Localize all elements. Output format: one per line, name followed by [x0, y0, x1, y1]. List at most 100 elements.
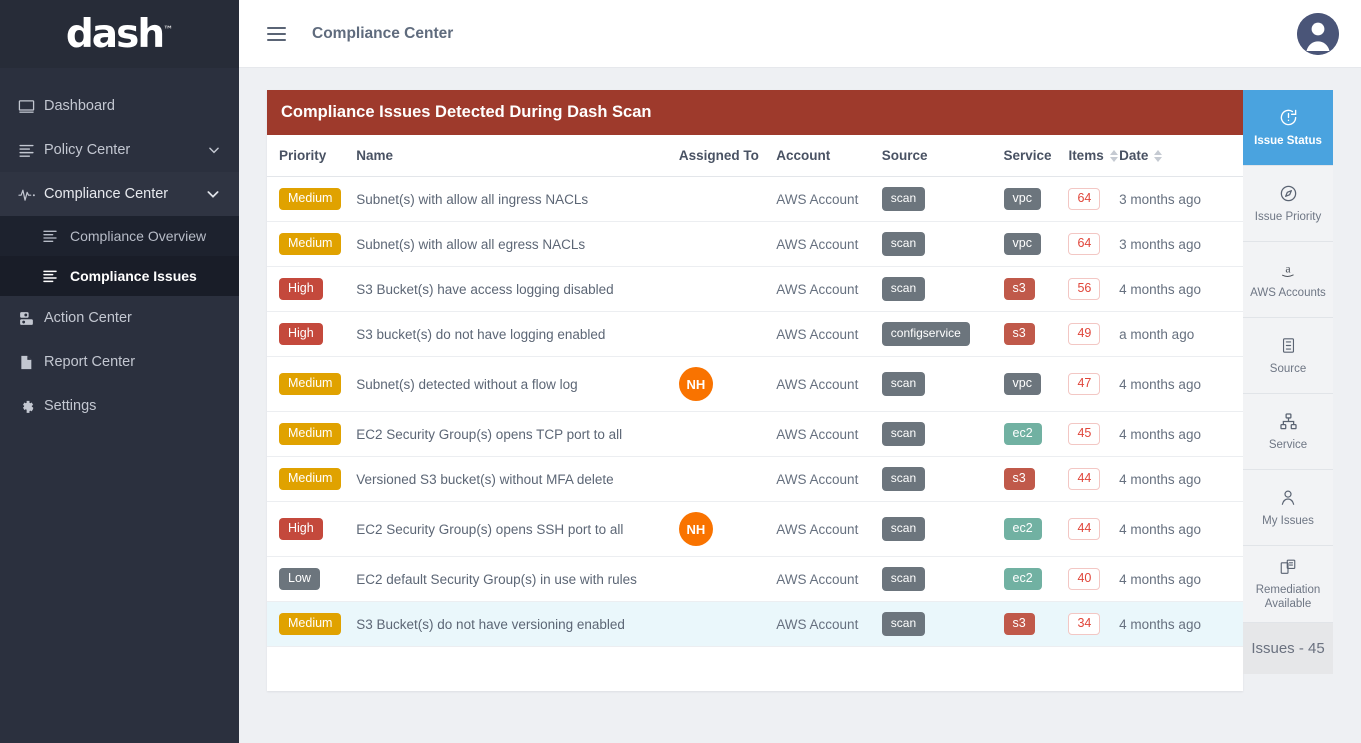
- priority-badge: Medium: [279, 373, 341, 396]
- priority-badge: Medium: [279, 468, 341, 491]
- cell-service: vpc: [1004, 222, 1069, 267]
- footer-cell: [267, 647, 1243, 691]
- chevron-down-icon[interactable]: [205, 186, 221, 202]
- rail-item-issue-priority[interactable]: Issue Priority: [1243, 166, 1333, 242]
- column-header-date-label: Date: [1119, 148, 1148, 163]
- table-row[interactable]: HighEC2 Security Group(s) opens SSH port…: [267, 502, 1243, 557]
- table-row[interactable]: Medium Subnet(s) detected without a flow …: [267, 357, 1243, 412]
- items-badge: 44: [1068, 468, 1100, 491]
- table-row[interactable]: High S3 Bucket(s) have access logging dis…: [267, 267, 1243, 312]
- cell-items: 47: [1068, 357, 1119, 412]
- cell-name[interactable]: EC2 default Security Group(s) in use wit…: [356, 557, 679, 602]
- cell-priority: Medium: [267, 457, 356, 502]
- cell-account: AWS Account: [776, 602, 882, 647]
- service-badge: vpc: [1004, 373, 1041, 396]
- compliance-center-submenu: Compliance Overview Compliance Issues: [0, 216, 239, 296]
- cell-assigned-to: [679, 412, 776, 457]
- cell-items: 45: [1068, 412, 1119, 457]
- column-header-source[interactable]: Source: [882, 135, 1004, 177]
- cell-account: AWS Account: [776, 502, 882, 557]
- column-header-assigned-to[interactable]: Assigned To: [679, 135, 776, 177]
- sort-icon[interactable]: [1110, 150, 1118, 162]
- cell-source: scan: [882, 267, 1004, 312]
- cell-assigned-to: [679, 177, 776, 222]
- items-badge: 49: [1068, 323, 1100, 346]
- table-row[interactable]: Low EC2 default Security Group(s) in use …: [267, 557, 1243, 602]
- sidebar-item-action-center[interactable]: Action Center: [0, 296, 239, 340]
- cell-name[interactable]: S3 Bucket(s) have access logging disable…: [356, 267, 679, 312]
- cell-name[interactable]: S3 bucket(s) do not have logging enabled: [356, 312, 679, 357]
- rail-item-service[interactable]: Service: [1243, 394, 1333, 470]
- cell-date: 4 months ago: [1119, 267, 1243, 312]
- table-row[interactable]: Medium Versioned S3 bucket(s) without MFA…: [267, 457, 1243, 502]
- sidebar-item-compliance-overview[interactable]: Compliance Overview: [0, 216, 239, 256]
- rail-item-source[interactable]: Source: [1243, 318, 1333, 394]
- assignee-avatar[interactable]: NH: [679, 367, 713, 401]
- cell-source: scan: [882, 557, 1004, 602]
- cell-name[interactable]: EC2 Security Group(s) opens TCP port to …: [356, 412, 679, 457]
- sidebar-item-dashboard[interactable]: Dashboard: [0, 84, 239, 128]
- cell-date: 3 months ago: [1119, 222, 1243, 267]
- list-icon: [42, 228, 70, 244]
- panel-with-rail: Compliance Issues Detected During Dash S…: [267, 90, 1333, 691]
- service-badge: ec2: [1004, 518, 1042, 541]
- cell-account: AWS Account: [776, 457, 882, 502]
- source-badge: scan: [882, 567, 925, 591]
- sidebar-item-policy-center[interactable]: Policy Center: [0, 128, 239, 172]
- sidebar-item-compliance-issues[interactable]: Compliance Issues: [0, 256, 239, 296]
- cell-assigned-to: [679, 602, 776, 647]
- column-header-items[interactable]: Items: [1068, 135, 1119, 177]
- svg-text:a: a: [1285, 261, 1291, 275]
- cell-source: scan: [882, 177, 1004, 222]
- cell-service: s3: [1004, 312, 1069, 357]
- clock-status-icon: [1279, 108, 1298, 127]
- source-badge: scan: [882, 232, 925, 256]
- table-row[interactable]: HighS3 bucket(s) do not have logging ena…: [267, 312, 1243, 357]
- chevron-down-icon[interactable]: [207, 143, 221, 157]
- column-header-priority[interactable]: Priority: [267, 135, 356, 177]
- column-header-name[interactable]: Name: [356, 135, 679, 177]
- rail-item-issue-status[interactable]: Issue Status: [1243, 90, 1333, 166]
- cell-source: scan: [882, 357, 1004, 412]
- table-row[interactable]: MediumSubnet(s) with allow all egress NA…: [267, 222, 1243, 267]
- column-header-date[interactable]: Date: [1119, 135, 1243, 177]
- cell-name[interactable]: EC2 Security Group(s) opens SSH port to …: [356, 502, 679, 557]
- cell-name[interactable]: Subnet(s) with allow all egress NACLs: [356, 222, 679, 267]
- column-header-items-label: Items: [1068, 148, 1103, 163]
- rail-item-aws-accounts[interactable]: a AWS Accounts: [1243, 242, 1333, 318]
- sidebar-item-label: Compliance Center: [44, 186, 205, 202]
- rail-item-remediation-available[interactable]: Remediation Available: [1243, 546, 1333, 623]
- sidebar-item-report-center[interactable]: Report Center: [0, 340, 239, 384]
- compliance-issues-table: Priority Name Assigned To Account Source…: [267, 135, 1243, 691]
- rail-item-my-issues[interactable]: My Issues: [1243, 470, 1333, 546]
- priority-badge: Low: [279, 568, 320, 591]
- sidebar-item-compliance-center[interactable]: Compliance Center: [0, 172, 239, 216]
- items-badge: 64: [1068, 188, 1100, 211]
- cell-name[interactable]: Versioned S3 bucket(s) without MFA delet…: [356, 457, 679, 502]
- source-badge: scan: [882, 187, 925, 211]
- cell-name[interactable]: S3 Bucket(s) do not have versioning enab…: [356, 602, 679, 647]
- column-header-account[interactable]: Account: [776, 135, 882, 177]
- compass-icon: [1279, 184, 1298, 203]
- hamburger-icon[interactable]: [265, 23, 288, 45]
- cell-assigned-to: [679, 267, 776, 312]
- sidebar-item-settings[interactable]: Settings: [0, 384, 239, 428]
- cell-name[interactable]: Subnet(s) with allow all ingress NACLs: [356, 177, 679, 222]
- cell-service: ec2: [1004, 412, 1069, 457]
- items-badge: 64: [1068, 233, 1100, 256]
- assignee-avatar[interactable]: NH: [679, 512, 713, 546]
- sidebar-item-label: Policy Center: [44, 142, 207, 158]
- table-row[interactable]: Medium Subnet(s) with allow all ingress N…: [267, 177, 1243, 222]
- cell-name[interactable]: Subnet(s) detected without a flow log: [356, 357, 679, 412]
- sort-icon[interactable]: [1154, 150, 1162, 162]
- priority-badge: Medium: [279, 188, 341, 211]
- priority-badge: High: [279, 278, 323, 301]
- cell-source: scan: [882, 502, 1004, 557]
- table-row[interactable]: MediumS3 Bucket(s) do not have versionin…: [267, 602, 1243, 647]
- table-row[interactable]: MediumEC2 Security Group(s) opens TCP po…: [267, 412, 1243, 457]
- brand-logo[interactable]: dash™: [0, 0, 239, 68]
- user-avatar-icon[interactable]: [1297, 13, 1339, 55]
- page-title: Compliance Center: [312, 25, 453, 43]
- column-header-service[interactable]: Service: [1004, 135, 1069, 177]
- rail-item-label: AWS Accounts: [1250, 286, 1326, 300]
